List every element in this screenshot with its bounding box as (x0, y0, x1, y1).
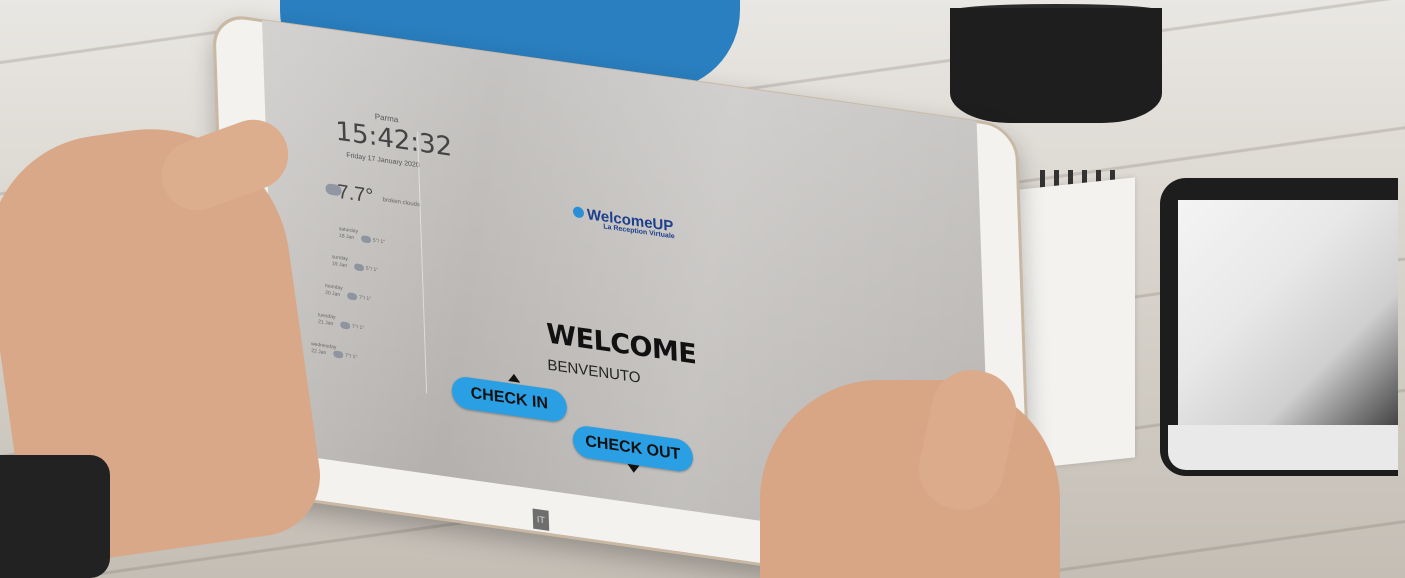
wristwatch (0, 455, 110, 578)
forecast-temp: 7°/ 1° (344, 352, 358, 361)
black-mug (950, 8, 1162, 123)
welcomeup-logo: WelcomeUP La Reception Virtuale (572, 206, 675, 240)
language-button[interactable]: IT (532, 508, 550, 531)
forecast-date: 18 Jan (339, 232, 355, 241)
logo-icon (572, 206, 585, 219)
forecast-item: wednesday 22 Jan 7°/ 1° (311, 341, 358, 361)
smartphone-bottom (1168, 425, 1398, 470)
forecast-date: 20 Jan (325, 289, 341, 299)
forecast-item: tuesday 21 Jan 7°/ 1° (318, 312, 365, 332)
weather-description: broken clouds (382, 197, 421, 209)
forecast-item: sunday 19 Jan 5°/ 1° (332, 254, 379, 274)
forecast-date: 19 Jan (332, 260, 348, 270)
forecast-temp: 5°/ 1° (372, 237, 386, 246)
cloud-icon (361, 235, 372, 244)
cloud-icon (354, 263, 365, 272)
temperature: 7.7° (337, 180, 374, 208)
forecast-item: saturday 18 Jan 5°/ 1° (339, 226, 386, 246)
cloud-icon (340, 321, 351, 330)
photo-scene: Parma 15:42:32 Friday 17 January 2020 7.… (0, 0, 1405, 578)
forecast-temp: 5°/ 1° (365, 265, 379, 274)
forecast-date: 21 Jan (318, 318, 334, 328)
forecast-date: 22 Jan (311, 347, 327, 357)
forecast-temp: 7°/ 1° (351, 323, 365, 332)
benvenuto-subheading: BENVENUTO (547, 356, 641, 387)
check-in-button[interactable]: CHECK IN (451, 374, 568, 424)
smartphone-screen (1178, 200, 1398, 425)
forecast-temp: 7°/ 1° (358, 294, 372, 303)
cloud-icon (347, 292, 358, 301)
forecast-item: monday 20 Jan 7°/ 1° (325, 283, 372, 303)
cloud-icon (333, 350, 344, 359)
arrow-down-icon (627, 463, 640, 474)
arrow-up-icon (507, 372, 521, 383)
